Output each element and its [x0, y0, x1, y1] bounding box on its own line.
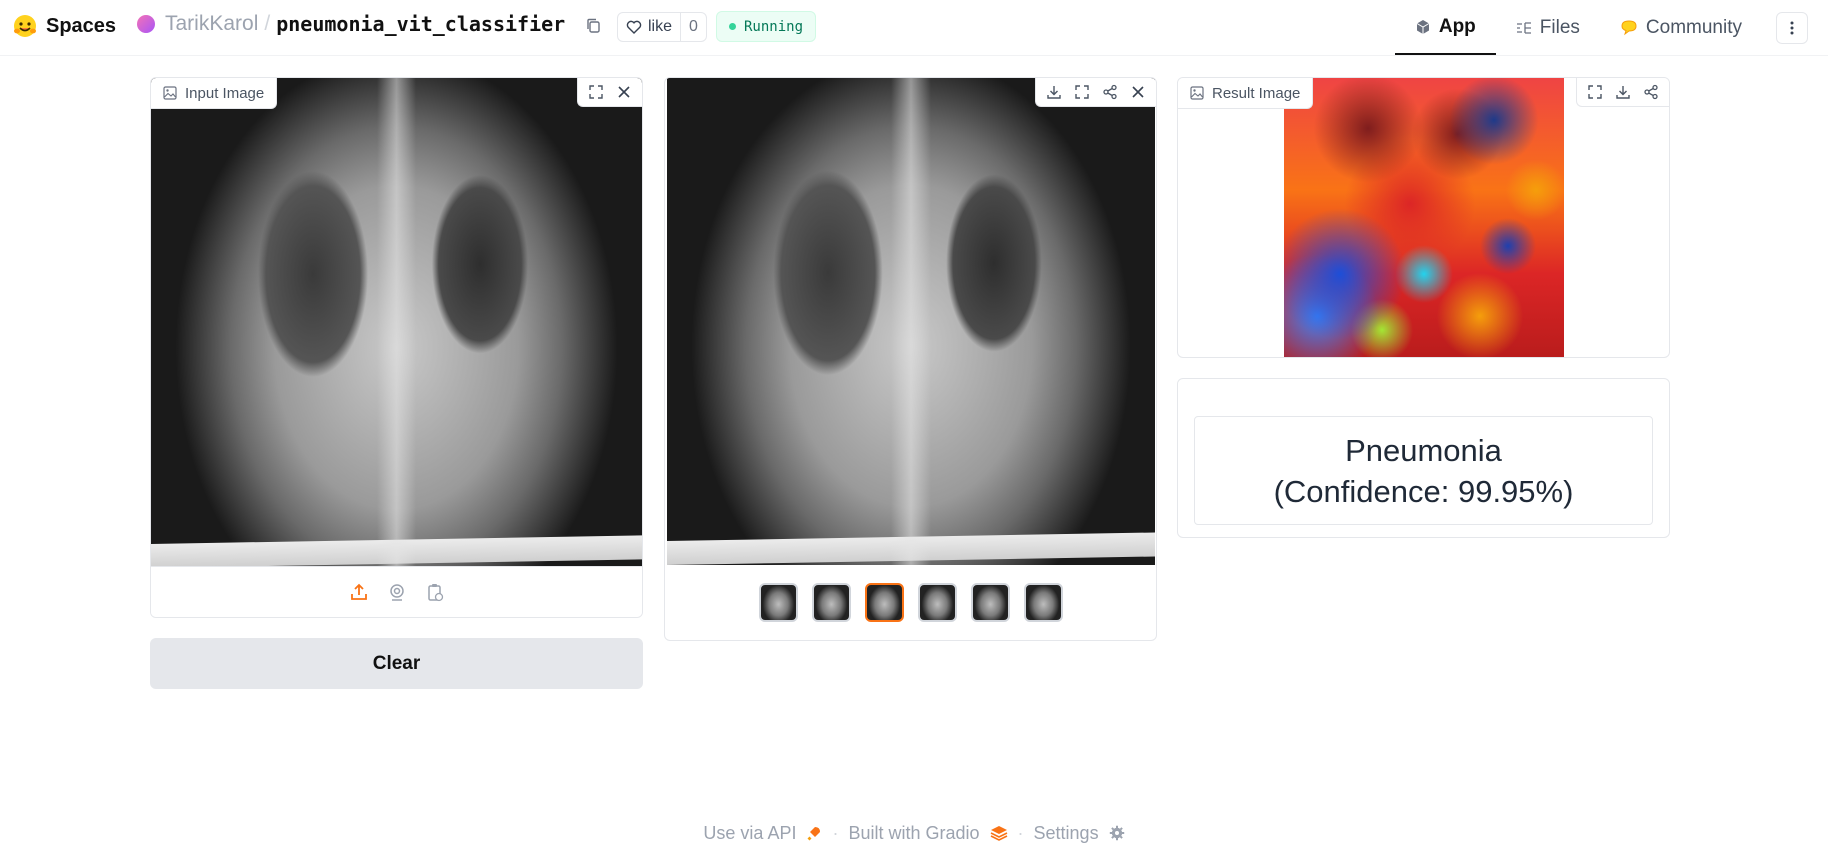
gallery-thumbnail[interactable]: [970, 583, 1010, 622]
result-image-label: Result Image: [1178, 78, 1314, 109]
owner-avatar: [137, 15, 155, 33]
hugging-face-logo-icon: [14, 15, 36, 37]
cube-icon: [1416, 19, 1430, 34]
kebab-menu-icon: [1790, 21, 1794, 34]
fullscreen-button[interactable]: [1583, 80, 1607, 104]
image-icon: [1190, 86, 1204, 100]
spaces-brand[interactable]: Spaces: [12, 13, 116, 39]
input-image-toolbar: [577, 78, 642, 107]
input-xray-image: [151, 78, 642, 568]
download-button[interactable]: [1611, 80, 1635, 104]
footer-separator: ·: [832, 822, 839, 843]
xray-image-edge: [667, 532, 1155, 565]
gallery-thumbnail-selected[interactable]: [864, 583, 904, 622]
result-image-panel: Result Image: [1177, 77, 1670, 358]
webcam-icon: [389, 584, 404, 601]
repo-name-link[interactable]: pneumonia_vit_classifier: [276, 12, 565, 36]
share-icon: [1644, 84, 1658, 100]
more-options-button[interactable]: [1776, 11, 1808, 44]
gradio-logo-icon: [990, 826, 1007, 841]
gallery-thumbnails: [665, 565, 1156, 640]
copy-icon[interactable]: [585, 17, 603, 35]
status-text: Running: [744, 18, 804, 35]
examples-gallery-panel: [664, 77, 1157, 641]
fullscreen-icon: [1588, 85, 1602, 99]
upload-source-button[interactable]: [345, 578, 373, 606]
close-icon: [1132, 86, 1144, 98]
like-button[interactable]: like 0: [617, 12, 707, 42]
gallery-preview-image: [667, 78, 1155, 565]
fullscreen-button[interactable]: [1070, 80, 1094, 104]
prediction-label: Pneumonia (Confidence: 99.95%): [1194, 416, 1653, 525]
input-image-panel: Input Image: [150, 77, 643, 618]
gradcam-heatmap-image: [1284, 78, 1564, 357]
download-button[interactable]: [1042, 80, 1066, 104]
settings-link[interactable]: Settings: [1034, 823, 1099, 844]
status-dot-icon: [729, 23, 736, 30]
like-count: 0: [680, 13, 706, 41]
gallery-thumbnail[interactable]: [917, 583, 957, 622]
close-icon: [618, 86, 630, 98]
status-badge: Running: [716, 11, 817, 42]
result-image-label-text: Result Image: [1212, 84, 1301, 102]
gallery-thumbnail[interactable]: [1023, 583, 1063, 622]
download-icon: [1616, 86, 1630, 99]
download-icon: [1047, 86, 1061, 99]
like-label-wrap: like: [618, 13, 680, 41]
clear-button[interactable]: Clear: [150, 638, 643, 689]
fullscreen-icon: [589, 85, 603, 99]
input-image-label-text: Input Image: [185, 84, 265, 102]
tab-files-label: Files: [1539, 16, 1580, 38]
result-image-toolbar: [1576, 78, 1669, 107]
clipboard-icon: [427, 584, 443, 602]
use-via-api-link[interactable]: Use via API: [703, 823, 796, 844]
tab-app[interactable]: App: [1394, 0, 1496, 55]
tab-app-label: App: [1438, 15, 1476, 37]
spaces-label: Spaces: [46, 14, 117, 37]
image-icon: [163, 86, 177, 100]
image-source-selector: [151, 566, 642, 617]
gallery-thumbnail[interactable]: [811, 583, 851, 622]
tab-files[interactable]: Files: [1496, 0, 1600, 55]
input-image-label: Input Image: [151, 78, 278, 109]
files-icon: [1516, 21, 1531, 34]
space-nav: App Files Community: [1394, 0, 1828, 55]
gallery-toolbar: [1035, 78, 1156, 107]
top-bar: Spaces TarikKarol / pneumonia_vit_classi…: [0, 0, 1828, 56]
tab-community-label: Community: [1645, 16, 1742, 38]
clipboard-source-button[interactable]: [421, 578, 449, 606]
rocket-icon: [807, 827, 821, 841]
tab-community[interactable]: Community: [1600, 0, 1762, 55]
community-icon: [1621, 19, 1637, 35]
xray-image-edge: [151, 535, 642, 568]
upload-icon: [350, 583, 367, 600]
close-gallery-button[interactable]: [1126, 80, 1150, 104]
webcam-source-button[interactable]: [383, 578, 411, 606]
footer-separator: ·: [1017, 822, 1024, 843]
gallery-thumbnail[interactable]: [758, 583, 798, 622]
gear-icon: [1109, 825, 1124, 841]
like-label: like: [648, 18, 673, 35]
fullscreen-button[interactable]: [584, 80, 608, 104]
share-button[interactable]: [1639, 80, 1663, 104]
breadcrumb: TarikKarol / pneumonia_vit_classifier: [137, 12, 565, 36]
built-with-gradio-link[interactable]: Built with Gradio: [848, 823, 979, 844]
footer: Use via API · Built with Gradio · Settin…: [0, 818, 1828, 848]
share-icon: [1103, 84, 1117, 100]
breadcrumb-separator: /: [264, 12, 271, 35]
share-button[interactable]: [1098, 80, 1122, 104]
owner-link[interactable]: TarikKarol: [165, 12, 258, 36]
fullscreen-icon: [1075, 85, 1089, 99]
prediction-panel: Pneumonia (Confidence: 99.95%): [1177, 378, 1670, 538]
heart-icon: [626, 20, 642, 34]
clear-image-button[interactable]: [612, 80, 636, 104]
